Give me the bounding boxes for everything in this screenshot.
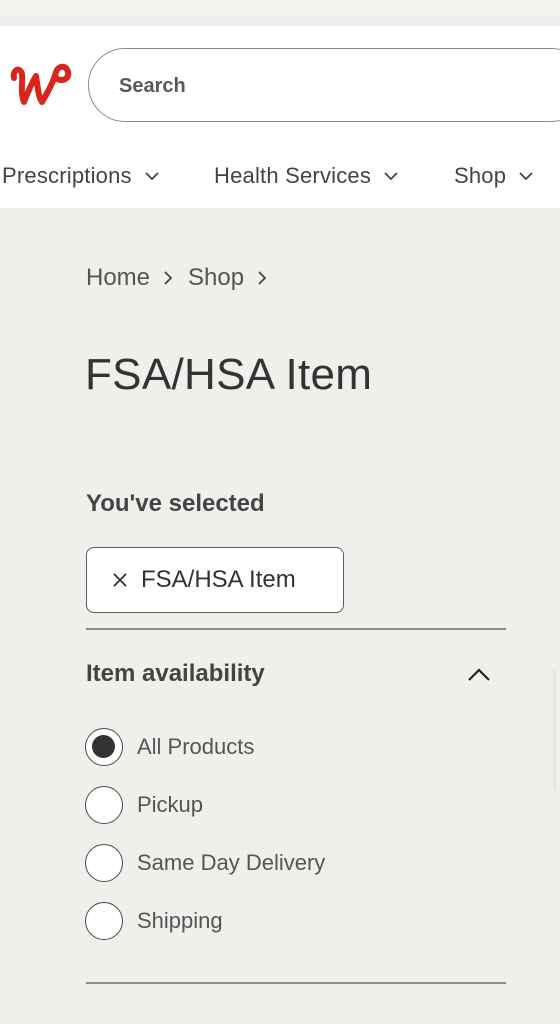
nav-item-shop[interactable]: Shop [454, 156, 534, 196]
top-strip [0, 0, 560, 16]
radio-button[interactable] [85, 786, 123, 824]
selected-filters-heading: You've selected [86, 490, 265, 517]
main-content: Home Shop FSA/HSA Item You've selected F… [0, 208, 560, 1024]
facet-title: Item availability [86, 660, 265, 687]
chevron-down-icon [384, 172, 398, 181]
site-header: Prescriptions Health Services Shop [0, 26, 560, 208]
nav-item-label: Prescriptions [2, 163, 132, 188]
breadcrumb-shop-link[interactable]: Shop [188, 264, 244, 292]
radio-shipping[interactable]: Shipping [85, 901, 223, 941]
radio-button[interactable] [85, 902, 123, 940]
filter-chip-label: FSA/HSA Item [141, 566, 296, 593]
radio-pickup[interactable]: Pickup [85, 785, 203, 825]
divider [86, 628, 506, 630]
close-icon [113, 573, 127, 587]
page-title: FSA/HSA Item [85, 350, 373, 399]
nav-item-prescriptions[interactable]: Prescriptions [2, 156, 160, 196]
radio-button[interactable] [85, 844, 123, 882]
search-bar[interactable] [88, 48, 560, 122]
nav-item-label: Health Services [214, 163, 372, 188]
breadcrumb-home-link[interactable]: Home [86, 264, 150, 292]
page: { "search": { "placeholder": "Search" },… [0, 0, 560, 1024]
chevron-down-icon [145, 172, 159, 181]
nav-item-health-services[interactable]: Health Services [214, 156, 399, 196]
search-input[interactable] [119, 71, 419, 101]
chevron-right-icon [164, 271, 173, 285]
scroll-edge [553, 670, 556, 790]
radio-label: Same Day Delivery [137, 850, 326, 875]
item-availability-toggle[interactable]: Item availability [86, 654, 506, 694]
remove-filter-chip[interactable]: FSA/HSA Item [86, 547, 344, 613]
radio-button-checked[interactable] [85, 728, 123, 766]
radio-label: Pickup [137, 792, 204, 817]
breadcrumb: Home Shop [86, 264, 282, 292]
nav-item-label: Shop [454, 163, 507, 188]
divider [86, 982, 506, 984]
walgreens-logo-icon[interactable] [10, 62, 74, 112]
chevron-down-icon [519, 172, 533, 181]
main-nav: Prescriptions Health Services Shop [0, 156, 560, 196]
radio-label: All Products [137, 734, 255, 759]
radio-label: Shipping [137, 908, 223, 933]
radio-same-day-delivery[interactable]: Same Day Delivery [85, 843, 325, 883]
chevron-right-icon [258, 271, 267, 285]
radio-all-products[interactable]: All Products [85, 727, 254, 767]
chevron-up-icon [468, 668, 490, 681]
